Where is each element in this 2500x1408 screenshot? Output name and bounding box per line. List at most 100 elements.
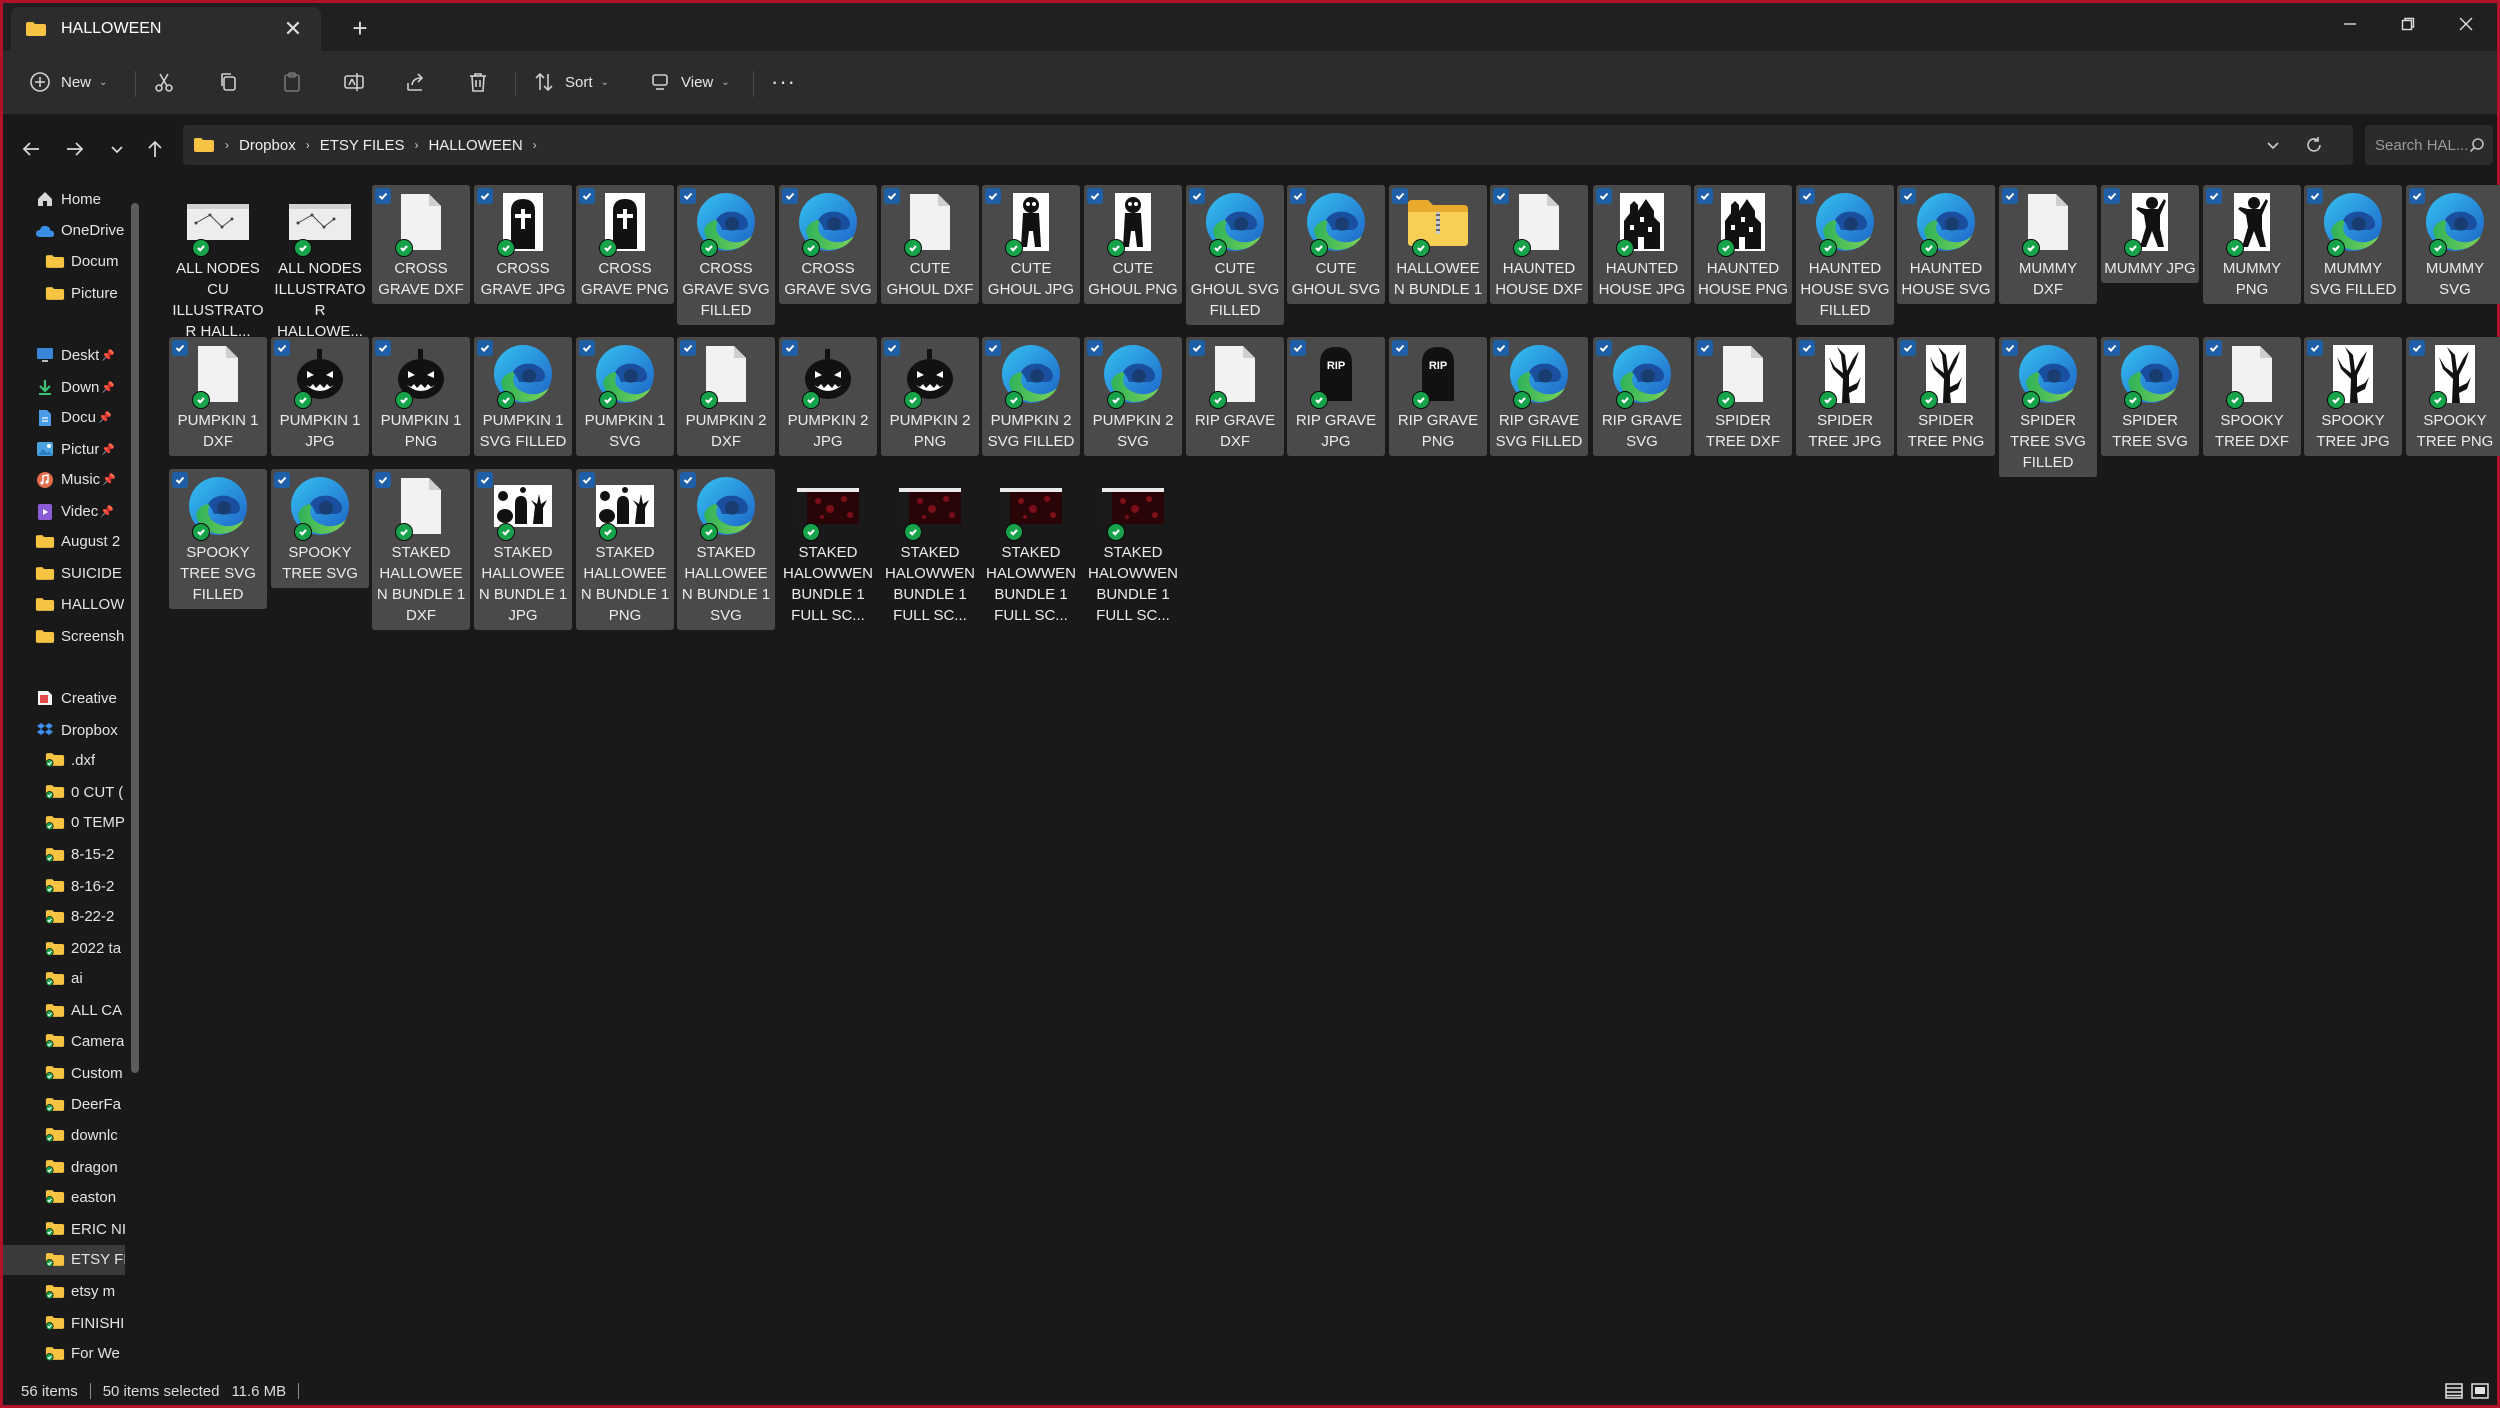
file-item[interactable]: STAKED HALLOWEEN BUNDLE 1 DXF — [372, 469, 470, 630]
file-item[interactable]: HAUNTED HOUSE PNG — [1694, 185, 1792, 304]
file-item[interactable]: PUMPKIN 2 SVG FILLED — [982, 337, 1080, 456]
new-button[interactable]: New ⌄ — [29, 63, 107, 101]
file-item[interactable]: CROSS GRAVE PNG — [576, 185, 674, 304]
file-item[interactable]: MUMMY PNG — [2203, 185, 2301, 304]
file-item[interactable]: RIP RIP GRAVE PNG — [1389, 337, 1487, 456]
file-item[interactable]: STAKED HALLOWEEN BUNDLE 1 JPG — [474, 469, 572, 630]
thumbnail-view-button[interactable] — [2469, 1382, 2491, 1400]
nav-item[interactable]: Videc 📌 — [3, 497, 125, 527]
nav-item[interactable]: downlc — [3, 1120, 125, 1150]
file-item[interactable]: MUMMY DXF — [1999, 185, 2097, 304]
nav-item[interactable]: Camera — [3, 1026, 125, 1056]
nav-item[interactable]: DeerFa — [3, 1090, 125, 1120]
nav-item[interactable]: 2022 ta — [3, 934, 125, 964]
nav-item[interactable]: Deskt 📌 — [3, 340, 125, 370]
file-item[interactable]: CUTE GHOUL SVG FILLED — [1186, 185, 1284, 325]
new-tab-button[interactable]: + — [343, 11, 377, 45]
delete-button[interactable] — [467, 63, 489, 101]
more-options-button[interactable]: ··· — [771, 63, 796, 101]
file-item[interactable]: ALL NODES CU ILLUSTRATOR HALL... — [169, 185, 267, 346]
breadcrumb-dropbox[interactable]: Dropbox — [239, 137, 296, 154]
nav-item[interactable]: 0 TEMP — [3, 808, 125, 838]
share-button[interactable] — [405, 63, 427, 101]
nav-item[interactable]: easton — [3, 1182, 125, 1212]
details-view-button[interactable] — [2443, 1382, 2465, 1400]
nav-item[interactable]: ETSY FI — [3, 1244, 125, 1275]
close-window-button[interactable] — [2437, 3, 2495, 45]
file-item[interactable]: HAUNTED HOUSE SVG — [1897, 185, 1995, 304]
cut-button[interactable] — [153, 63, 175, 101]
nav-item[interactable]: Custom — [3, 1058, 125, 1088]
file-item[interactable]: HAUNTED HOUSE DXF — [1490, 185, 1588, 304]
file-item[interactable]: PUMPKIN 1 PNG — [372, 337, 470, 456]
file-item[interactable]: RIP GRAVE SVG FILLED — [1490, 337, 1588, 456]
file-item[interactable]: RIP GRAVE SVG — [1593, 337, 1691, 456]
nav-item[interactable]: August 2 — [3, 527, 125, 557]
file-item[interactable]: STAKED HALOWWEN BUNDLE 1 FULL SC... — [881, 469, 979, 630]
nav-item[interactable]: FINISHI — [3, 1308, 125, 1338]
file-item[interactable]: STAKED HALLOWEEN BUNDLE 1 SVG — [677, 469, 775, 630]
file-item[interactable]: SPIDER TREE SVG — [2101, 337, 2199, 456]
breadcrumb-etsy-files[interactable]: ETSY FILES — [320, 137, 405, 154]
nav-item[interactable]: Dropbox — [3, 715, 125, 745]
nav-item[interactable]: 8-15-2 — [3, 840, 125, 870]
file-item[interactable]: MUMMY SVG FILLED — [2304, 185, 2402, 304]
view-button[interactable]: View ⌄ — [649, 63, 730, 101]
file-item[interactable]: ALL NODES ILLUSTRATOR HALLOWE... — [271, 185, 369, 346]
file-item[interactable]: HALLOWEEN BUNDLE 1 — [1389, 185, 1487, 304]
chevron-down-icon[interactable] — [2265, 137, 2281, 153]
file-item[interactable]: HAUNTED HOUSE JPG — [1593, 185, 1691, 304]
file-item[interactable]: SPOOKY TREE SVG FILLED — [169, 469, 267, 609]
file-item[interactable]: SPIDER TREE SVG FILLED — [1999, 337, 2097, 477]
copy-button[interactable] — [217, 63, 239, 101]
file-item[interactable]: RIP GRAVE DXF — [1186, 337, 1284, 456]
nav-item[interactable]: 8-16-2 — [3, 871, 125, 901]
nav-item[interactable]: Docum — [3, 246, 125, 276]
nav-item[interactable]: .dxf — [3, 745, 125, 775]
nav-item[interactable]: ERIC NI — [3, 1214, 125, 1244]
nav-item[interactable]: dragon — [3, 1152, 125, 1182]
address-bar[interactable]: › Dropbox › ETSY FILES › HALLOWEEN › — [183, 125, 2353, 165]
nav-item[interactable]: etsy m — [3, 1277, 125, 1307]
recent-locations-button[interactable] — [101, 133, 133, 165]
back-button[interactable] — [15, 133, 47, 165]
nav-item[interactable]: Creative — [3, 683, 125, 713]
refresh-icon[interactable] — [2305, 136, 2323, 154]
nav-item[interactable]: ai — [3, 964, 125, 994]
search-input[interactable]: Search HAL... — [2365, 125, 2493, 165]
file-item[interactable]: STAKED HALLOWEEN BUNDLE 1 PNG — [576, 469, 674, 630]
nav-scrollbar[interactable] — [131, 203, 139, 1073]
nav-item[interactable]: ALL CA — [3, 996, 125, 1026]
nav-item[interactable]: Pictur 📌 — [3, 434, 125, 464]
file-item[interactable]: CROSS GRAVE JPG — [474, 185, 572, 304]
file-item[interactable]: SPOOKY TREE SVG — [271, 469, 369, 588]
file-item[interactable]: PUMPKIN 2 JPG — [779, 337, 877, 456]
file-item[interactable]: PUMPKIN 1 JPG — [271, 337, 369, 456]
file-item[interactable]: PUMPKIN 1 SVG — [576, 337, 674, 456]
file-item[interactable]: CROSS GRAVE SVG — [779, 185, 877, 304]
nav-item[interactable]: Docu 📌 — [3, 403, 125, 433]
file-item[interactable]: MUMMY JPG — [2101, 185, 2199, 283]
tab-halloween[interactable]: HALLOWEEN ✕ — [11, 7, 321, 51]
forward-button[interactable] — [59, 133, 91, 165]
file-item[interactable]: HAUNTED HOUSE SVG FILLED — [1796, 185, 1894, 325]
nav-item[interactable]: Picture — [3, 278, 125, 308]
file-item[interactable]: STAKED HALOWWEN BUNDLE 1 FULL SC... — [779, 469, 877, 630]
nav-item[interactable]: For We — [3, 1339, 125, 1369]
minimize-button[interactable] — [2321, 3, 2379, 45]
file-item[interactable]: CUTE GHOUL SVG — [1287, 185, 1385, 304]
file-item[interactable]: PUMPKIN 2 SVG — [1084, 337, 1182, 456]
nav-item[interactable]: HALLOW — [3, 589, 125, 619]
file-item[interactable]: RIP RIP GRAVE JPG — [1287, 337, 1385, 456]
file-item[interactable]: PUMPKIN 1 SVG FILLED — [474, 337, 572, 456]
nav-item[interactable]: 8-22-2 — [3, 902, 125, 932]
file-item[interactable]: PUMPKIN 2 PNG — [881, 337, 979, 456]
nav-item[interactable]: Music 📌 — [3, 465, 125, 495]
up-button[interactable] — [139, 133, 171, 165]
file-item[interactable]: MUMMY SVG — [2406, 185, 2500, 304]
file-item[interactable]: PUMPKIN 1 DXF — [169, 337, 267, 456]
file-item[interactable]: PUMPKIN 2 DXF — [677, 337, 775, 456]
restore-button[interactable] — [2379, 3, 2437, 45]
file-item[interactable]: STAKED HALOWWEN BUNDLE 1 FULL SC... — [1084, 469, 1182, 630]
sort-button[interactable]: Sort ⌄ — [533, 63, 609, 101]
